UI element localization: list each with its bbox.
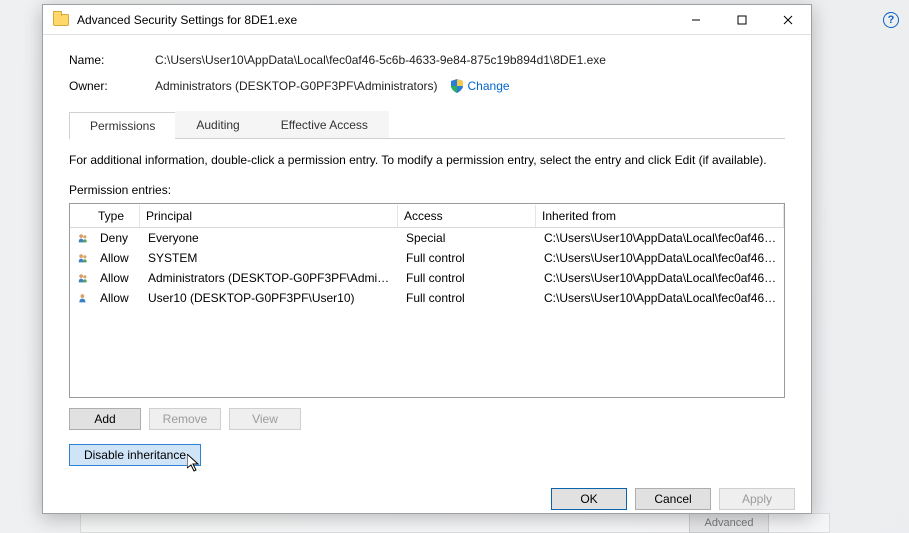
cell-type: Allow [94, 289, 142, 307]
help-text: For additional information, double-click… [69, 153, 785, 167]
users-icon [78, 271, 88, 285]
col-inherited[interactable]: Inherited from [536, 205, 784, 227]
cell-principal: User10 (DESKTOP-G0PF3PF\User10) [142, 289, 400, 307]
permission-entries-label: Permission entries: [69, 183, 785, 197]
tab-auditing[interactable]: Auditing [175, 111, 260, 138]
dialog-footer: OK Cancel Apply [43, 478, 811, 522]
titlebar[interactable]: Advanced Security Settings for 8DE1.exe [43, 5, 811, 35]
cell-access: Full control [400, 249, 538, 267]
tab-permissions[interactable]: Permissions [69, 112, 176, 139]
cell-type: Deny [94, 229, 142, 247]
close-button[interactable] [765, 5, 811, 35]
cell-access: Special [400, 229, 538, 247]
table-row[interactable]: Allow SYSTEM Full control C:\Users\User1… [70, 248, 784, 268]
add-button[interactable]: Add [69, 408, 141, 430]
remove-button: Remove [149, 408, 221, 430]
cell-type: Allow [94, 249, 142, 267]
cell-inherited: C:\Users\User10\AppData\Local\fec0af46-5… [538, 249, 784, 267]
name-row: Name: C:\Users\User10\AppData\Local\fec0… [69, 53, 785, 67]
cell-principal: Administrators (DESKTOP-G0PF3PF\Admini..… [142, 269, 400, 287]
minimize-button[interactable] [673, 5, 719, 35]
grid-header[interactable]: Type Principal Access Inherited from [70, 204, 784, 228]
ok-button[interactable]: OK [551, 488, 627, 510]
owner-value: Administrators (DESKTOP-G0PF3PF\Administ… [155, 79, 438, 93]
cell-principal: SYSTEM [142, 249, 400, 267]
cell-inherited: C:\Users\User10\AppData\Local\fec0af46-5… [538, 229, 784, 247]
cell-inherited: C:\Users\User10\AppData\Local\fec0af46-5… [538, 289, 784, 307]
users-icon [78, 251, 88, 265]
tabs: Permissions Auditing Effective Access [69, 111, 785, 139]
cell-inherited: C:\Users\User10\AppData\Local\fec0af46-5… [538, 269, 784, 287]
advanced-security-window: Advanced Security Settings for 8DE1.exe … [42, 4, 812, 514]
cell-access: Full control [400, 269, 538, 287]
window-title: Advanced Security Settings for 8DE1.exe [77, 13, 297, 27]
disable-inheritance-button[interactable]: Disable inheritance [69, 444, 201, 466]
help-icon[interactable]: ? [883, 12, 899, 28]
name-label: Name: [69, 53, 155, 67]
view-button: View [229, 408, 301, 430]
cancel-button[interactable]: Cancel [635, 488, 711, 510]
owner-row: Owner: Administrators (DESKTOP-G0PF3PF\A… [69, 79, 785, 93]
tab-effective-access[interactable]: Effective Access [260, 111, 389, 138]
name-value: C:\Users\User10\AppData\Local\fec0af46-5… [155, 53, 606, 67]
maximize-button[interactable] [719, 5, 765, 35]
folder-icon [53, 14, 69, 26]
table-row[interactable]: Deny Everyone Special C:\Users\User10\Ap… [70, 228, 784, 248]
owner-label: Owner: [69, 79, 155, 93]
col-type[interactable]: Type [92, 205, 140, 227]
col-principal[interactable]: Principal [140, 205, 398, 227]
cell-principal: Everyone [142, 229, 400, 247]
change-owner-link[interactable]: Change [468, 79, 510, 93]
user-icon [78, 291, 88, 305]
cell-type: Allow [94, 269, 142, 287]
table-row[interactable]: Allow Administrators (DESKTOP-G0PF3PF\Ad… [70, 268, 784, 288]
users-icon [78, 231, 88, 245]
col-access[interactable]: Access [398, 205, 536, 227]
permission-entries-grid[interactable]: Type Principal Access Inherited from Den… [69, 203, 785, 398]
cell-access: Full control [400, 289, 538, 307]
shield-icon [450, 79, 464, 93]
apply-button: Apply [719, 488, 795, 510]
table-row[interactable]: Allow User10 (DESKTOP-G0PF3PF\User10) Fu… [70, 288, 784, 308]
